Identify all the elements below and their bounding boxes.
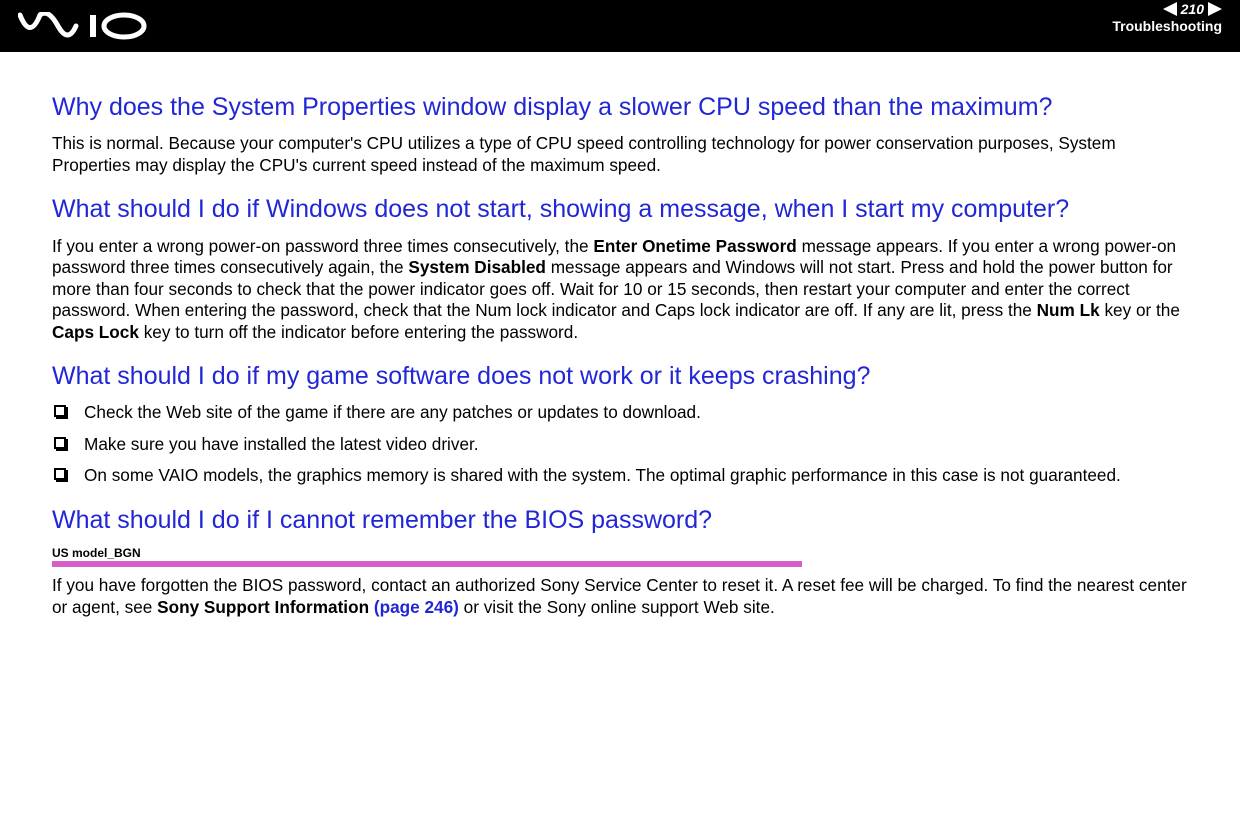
list-item-text: On some VAIO models, the graphics memory… [84,465,1121,487]
text-run: key or the [1100,300,1180,320]
text-run: key to turn off the indicator before ent… [139,322,578,342]
text-run: If you enter a wrong power-on password t… [52,236,593,256]
bold-text: Num Lk [1037,300,1100,320]
text-run: Make sure you have installed the latest … [84,434,479,454]
page-link[interactable]: (page 246) [374,597,459,617]
list-item: On some VAIO models, the graphics memory… [52,465,1188,487]
text-run: On some VAIO models, the graphics memory… [84,465,1121,485]
text-run: Check the Web site of the game if there … [84,402,701,422]
next-page-arrow-icon[interactable] [1208,2,1222,16]
text-run: or visit the Sony online support Web sit… [459,597,775,617]
page-content: Why does the System Properties window di… [0,52,1240,644]
header-bar: 210 Troubleshooting [0,0,1240,52]
bullet-list: Check the Web site of the game if there … [52,402,1188,487]
bullet-icon [54,468,66,480]
bullet-icon [54,437,66,449]
bold-text: Caps Lock [52,322,139,342]
bold-text: System Disabled [408,257,546,277]
vaio-logo-svg [18,12,163,40]
prev-page-arrow-icon[interactable] [1163,2,1177,16]
paragraph: This is normal. Because your computer's … [52,133,1188,176]
bold-text: Enter Onetime Password [593,236,796,256]
list-item: Make sure you have installed the latest … [52,434,1188,456]
section-heading: What should I do if my game software doe… [52,361,1188,392]
paragraph: If you have forgotten the BIOS password,… [52,575,1188,618]
list-item: Check the Web site of the game if there … [52,402,1188,424]
paragraph: If you enter a wrong power-on password t… [52,236,1188,344]
section-label: Troubleshooting [1112,18,1222,34]
list-item-text: Check the Web site of the game if there … [84,402,701,424]
page-nav: 210 Troubleshooting [1112,0,1222,34]
text-run: This is normal. Because your computer's … [52,133,1116,175]
bullet-icon [54,405,66,417]
page-number: 210 [1181,2,1204,16]
section-heading: What should I do if Windows does not sta… [52,194,1188,225]
vaio-logo [18,12,163,40]
model-label: US model_BGN [52,546,1188,560]
section-heading: What should I do if I cannot remember th… [52,505,1188,536]
list-item-text: Make sure you have installed the latest … [84,434,479,456]
bold-text: Sony Support Information [157,597,374,617]
section-heading: Why does the System Properties window di… [52,92,1188,123]
divider-bar [52,561,802,567]
